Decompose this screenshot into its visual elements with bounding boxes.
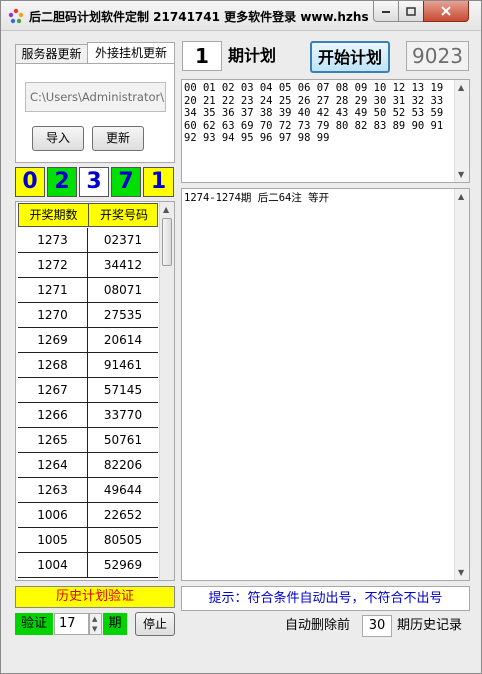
table-row[interactable]: 1264 82206 [18,453,158,478]
verify-label: 验证 [15,613,53,635]
update-button[interactable]: 更新 [92,126,144,151]
table-scrollbar[interactable]: ▲ [159,202,174,580]
scroll-down-icon[interactable]: ▼ [458,568,464,577]
cell-number: 52969 [103,558,143,572]
history-records-label: 期历史记录 [397,618,463,633]
output-scrollbar[interactable]: ▲ ▼ [454,189,469,580]
close-button[interactable] [423,1,469,22]
cell-period: 1273 [18,228,88,252]
table-row[interactable]: 1268 91461 [18,353,158,378]
table-row[interactable]: 1005 80505 [18,528,158,553]
table-row[interactable]: 1263 49644 [18,478,158,503]
window-title: 后二胆码计划软件定制 21741741 更多软件登录 www.hzhsc.t..… [29,10,369,24]
cell-number: 49644 [103,483,143,497]
cell-period: 1264 [18,453,88,477]
table-row[interactable]: 1272 34412 [18,253,158,278]
cell-number: 91461 [103,358,143,372]
app-icon [8,8,24,24]
cell-number: 22652 [103,508,143,522]
cell-period: 1266 [18,403,88,427]
minimize-icon [382,11,390,13]
verify-spinner[interactable]: ▲ ▼ [89,613,102,635]
cell-period: 1265 [18,428,88,452]
cell-number: 02371 [103,233,143,247]
verify-periods-input[interactable]: 17 [54,613,89,635]
digit-box-2: 2 [47,167,77,197]
start-plan-button[interactable]: 开始计划 [310,41,390,73]
digit-box-1: 0 [15,167,45,197]
cell-period: 1270 [18,303,88,327]
count-display: 9023 [406,41,469,71]
cell-period: 1263 [18,478,88,502]
column-header-number: 开奖号码 [99,208,148,222]
table-row[interactable]: 1265 50761 [18,428,158,453]
table-row[interactable]: 1266 33770 [18,403,158,428]
scroll-up-icon[interactable]: ▲ [163,205,169,214]
table-row[interactable]: 1271 08071 [18,278,158,303]
digit-box-4: 7 [111,167,141,197]
cell-number: 08071 [103,283,143,297]
cell-period: 1269 [18,328,88,352]
cell-number: 82206 [103,458,143,472]
cell-number: 50761 [103,433,143,447]
output-text: 1274-1274期 后二64注 等开 [184,192,330,204]
history-verify-button[interactable]: 历史计划验证 [15,586,175,608]
tab-panel: C:\Users\Administrator\ 导入 更新 [15,63,175,163]
numbers-text: 00 01 02 03 04 05 06 07 08 09 10 12 13 1… [184,82,450,144]
table-row[interactable]: 1004 52969 [18,553,158,578]
cell-period: 1006 [18,503,88,527]
app-window: 后二胆码计划软件定制 21741741 更多软件登录 www.hzhsc.t..… [0,0,482,674]
column-header-period: 开奖期数 [19,204,89,226]
spin-down-icon[interactable]: ▼ [92,625,97,633]
period-unit-label: 期 [103,613,127,635]
scroll-down-icon[interactable]: ▼ [458,170,464,179]
cell-number: 57145 [103,383,143,397]
table-row[interactable]: 1269 20614 [18,328,158,353]
update-tabs: 服务器更新 外接挂机更新 [15,42,175,64]
title-bar: 后二胆码计划软件定制 21741741 更多软件登录 www.hzhsc.t..… [1,1,481,31]
close-icon [441,6,451,16]
stop-button[interactable]: 停止 [135,612,175,636]
cell-period: 1271 [18,278,88,302]
cell-number: 80505 [103,533,143,547]
numbers-scrollbar[interactable]: ▲ ▼ [454,80,469,182]
cell-number: 27535 [103,308,143,322]
scroll-up-icon[interactable]: ▲ [458,192,464,201]
cell-period: 1004 [18,553,88,577]
plan-period-input[interactable]: 1 [182,41,222,71]
table-row[interactable]: 1273 02371 [18,228,158,253]
cell-period: 1272 [18,253,88,277]
spin-up-icon[interactable]: ▲ [92,615,97,623]
cell-period: 1268 [18,353,88,377]
tab-server-update[interactable]: 服务器更新 [15,44,87,64]
output-textarea[interactable]: 1274-1274期 后二64注 等开 ▲ ▼ [181,188,470,581]
import-button[interactable]: 导入 [32,126,84,151]
cell-number: 34412 [103,258,143,272]
table-row[interactable]: 1006 22652 [18,503,158,528]
auto-delete-input[interactable]: 30 [362,615,392,637]
scroll-up-icon[interactable]: ▲ [458,83,464,92]
digit-box-3: 3 [79,167,109,197]
hint-text: 提示：符合条件自动出号，不符合不出号 [181,586,470,611]
table-row[interactable]: 1270 27535 [18,303,158,328]
cell-period: 1267 [18,378,88,402]
plan-period-label: 期计划 [228,46,277,65]
table-row[interactable]: 1267 57145 [18,378,158,403]
numbers-textarea[interactable]: 00 01 02 03 04 05 06 07 08 09 10 12 13 1… [181,79,470,183]
minimize-button[interactable] [373,1,399,22]
path-field[interactable]: C:\Users\Administrator\ [25,82,166,112]
cell-period: 1005 [18,528,88,552]
cell-number: 33770 [103,408,143,422]
tab-external-update[interactable]: 外接挂机更新 [87,42,175,64]
table-header: 开奖期数 开奖号码 [18,203,158,227]
auto-delete-label: 自动删除前 [285,618,351,633]
digit-box-5: 1 [143,167,174,197]
cell-number: 20614 [103,333,143,347]
maximize-button[interactable] [398,1,424,22]
history-table: 开奖期数 开奖号码 1273 02371 1272 34412 1271 08071 127… [15,201,175,581]
scroll-thumb[interactable] [162,218,172,266]
maximize-icon [406,6,416,16]
